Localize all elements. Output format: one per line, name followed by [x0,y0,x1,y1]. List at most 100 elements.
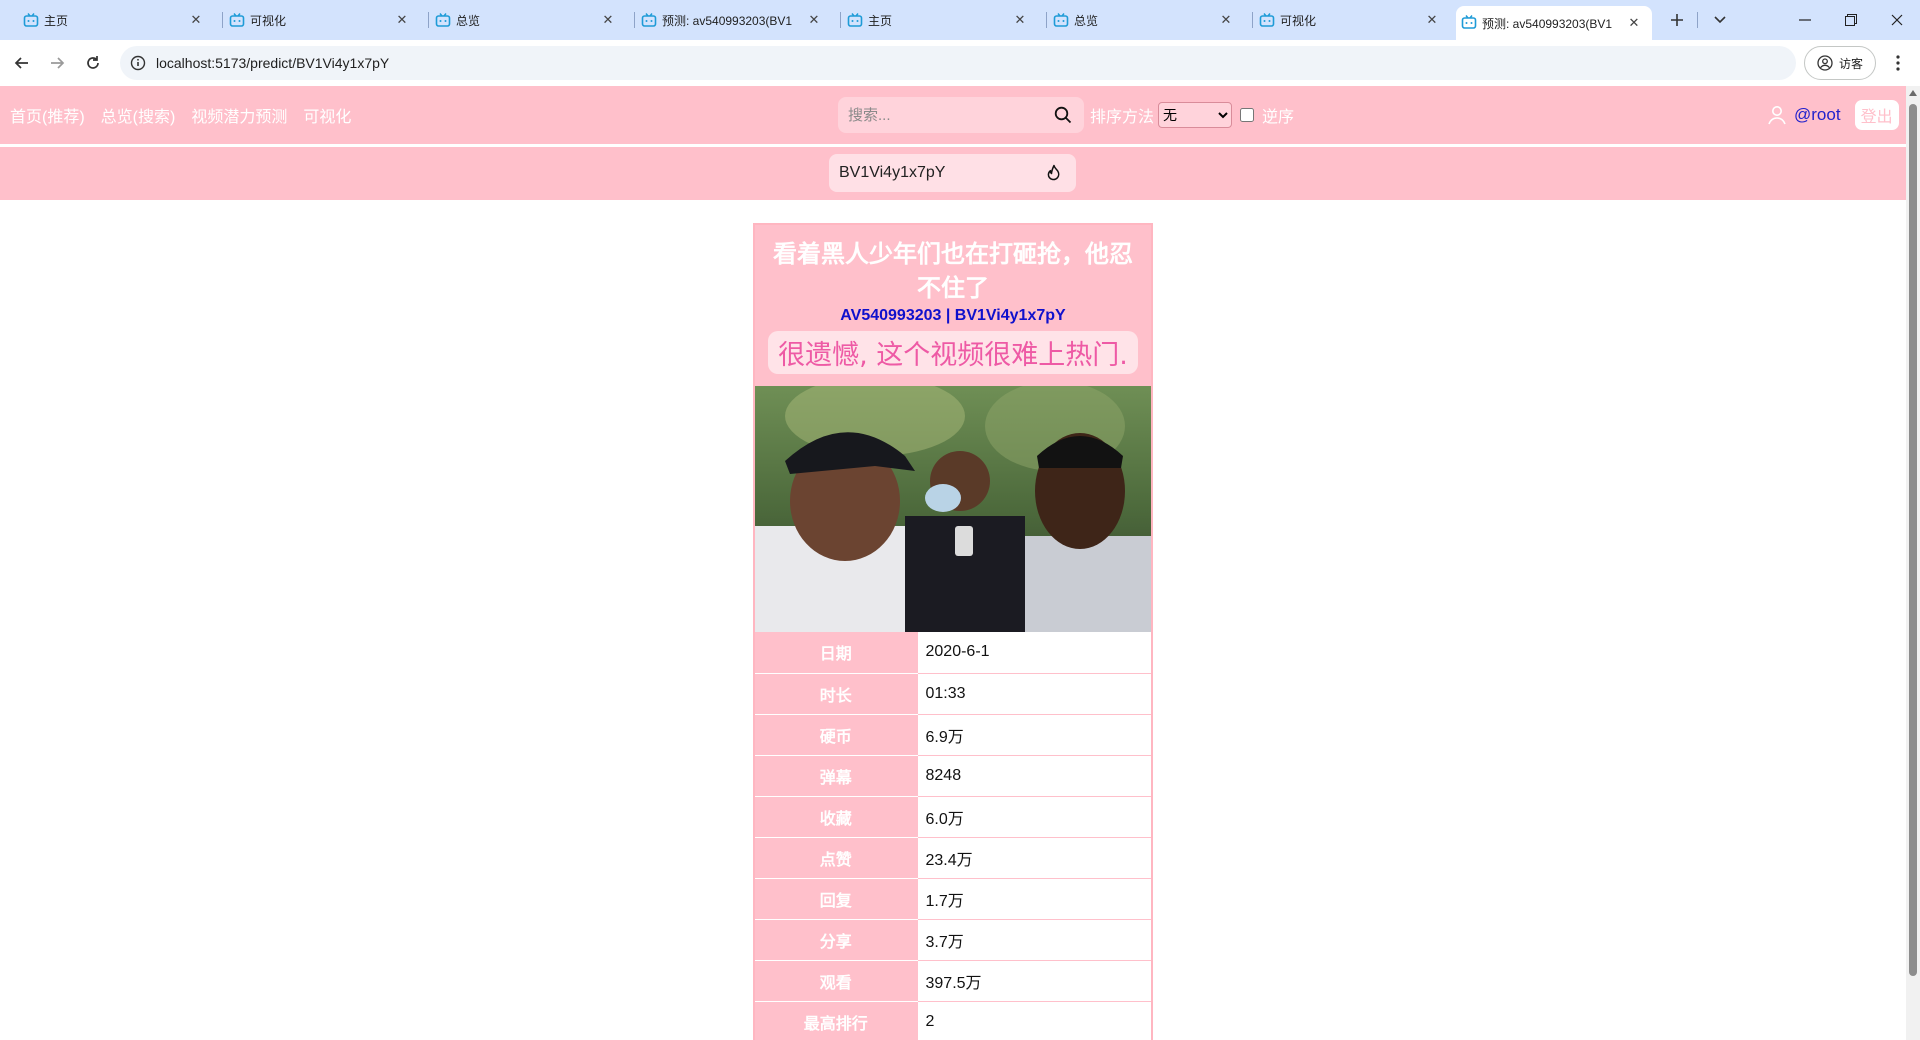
video-ids: AV540993203 | BV1Vi4y1x7pY [840,307,1066,324]
nav-link-home[interactable]: 首页(推荐) [10,103,85,127]
stat-label: 弹幕 [755,755,917,797]
browser-tab[interactable]: 总览 ✕ [1048,4,1244,36]
bilibili-tv-icon [641,13,657,27]
tab-title: 可视化 [1280,13,1317,28]
scroll-up-arrow-icon[interactable] [1909,90,1917,96]
nav-link-overview[interactable]: 总览(搜索) [101,103,176,127]
forward-arrow-icon[interactable] [43,49,71,77]
close-window-icon[interactable] [1874,0,1920,40]
tab-close-icon[interactable]: ✕ [1424,12,1440,28]
browser-tab[interactable]: 主页 ✕ [842,4,1038,36]
reverse-label: 逆序 [1262,109,1295,126]
profile-button[interactable]: 访客 [1804,46,1876,80]
back-arrow-icon[interactable] [8,49,36,77]
tab-title: 预测: av540993203(BV1 [662,13,793,28]
table-row: 硬币 6.9万 [755,714,1151,756]
video-stats-table: 日期 2020-6-1 时长 01:33 硬币 6.9万 弹幕 8248 收藏 6.0万 … [755,632,1151,1040]
bilibili-tv-icon [23,13,39,27]
bv-id-input[interactable] [839,164,1039,182]
bilibili-tv-icon [435,13,451,27]
tab-close-icon[interactable]: ✕ [394,12,410,28]
sort-select[interactable]: 无 [1158,102,1233,128]
minimize-icon[interactable] [1782,0,1828,40]
table-row: 观看 397.5万 [755,960,1151,1002]
prediction-verdict: 很遗憾, 这个视频很难上热门. [768,331,1138,374]
sort-controls: 排序方法 无 逆序 [1090,86,1294,144]
tab-close-icon[interactable]: ✕ [806,12,822,28]
stat-value: 6.9万 [916,714,1151,756]
table-row: 回复 1.7万 [755,878,1151,920]
table-row: 最高排行 2 [755,1001,1151,1040]
url-text: localhost:5173/predict/BV1Vi4y1x7pY [156,55,390,71]
bilibili-tv-icon [1461,15,1477,29]
bilibili-tv-icon [1259,13,1275,27]
stat-label: 分享 [755,919,917,961]
table-row: 收藏 6.0万 [755,796,1151,838]
predict-input-bar [0,147,1906,200]
tab-separator [1252,12,1253,28]
video-title: 看着黑人少年们也在打砸抢，他忍不住了 [773,240,1133,302]
bilibili-tv-icon [847,13,863,27]
reload-icon[interactable] [79,49,107,77]
search-icon[interactable] [1054,106,1072,124]
browser-tab[interactable]: 可视化 ✕ [224,4,420,36]
thumbnail-photo [755,386,1151,632]
stat-value: 8248 [916,755,1151,797]
logout-button[interactable]: 登出 [1854,100,1899,130]
browser-tab[interactable]: 主页 ✕ [18,4,214,36]
tab-search-chevron-down-icon[interactable] [1706,6,1734,34]
address-bar[interactable]: localhost:5173/predict/BV1Vi4y1x7pY [120,46,1796,80]
stat-value: 01:33 [916,673,1151,715]
table-row: 分享 3.7万 [755,919,1151,961]
stat-label: 硬币 [755,714,917,756]
user-controls: @root 登出 [1766,86,1899,144]
table-row: 日期 2020-6-1 [755,632,1151,674]
search-input[interactable] [848,106,1048,124]
stat-label: 观看 [755,960,917,1002]
tab-close-icon[interactable]: ✕ [1218,12,1234,28]
nav-link-visualize[interactable]: 可视化 [303,103,351,127]
tab-separator [222,12,223,28]
stat-value: 2020-6-1 [916,632,1151,674]
tab-title: 预测: av540993203(BV1 [1482,16,1613,31]
stat-label: 日期 [755,632,917,674]
card-header: 看着黑人少年们也在打砸抢，他忍不住了 AV540993203 | BV1Vi4y… [755,225,1151,386]
app-navbar: 首页(推荐) 总览(搜索) 视频潜力预测 可视化 排序方法 无 逆序 @root… [0,86,1906,144]
restore-window-icon[interactable] [1828,0,1874,40]
tab-close-icon[interactable]: ✕ [1012,12,1028,28]
scrollbar-thumb[interactable] [1909,104,1917,976]
stat-value: 1.7万 [916,878,1151,920]
tab-close-icon[interactable]: ✕ [1626,15,1642,31]
page-scrollbar[interactable] [1906,86,1920,1040]
stat-value: 6.0万 [916,796,1151,838]
tab-title: 主页 [44,13,69,28]
table-row: 点赞 23.4万 [755,837,1151,879]
stat-value: 23.4万 [916,837,1151,879]
reverse-checkbox[interactable] [1240,108,1255,122]
nav-links: 首页(推荐) 总览(搜索) 视频潜力预测 可视化 [10,86,351,144]
browser-tab[interactable]: 总览 ✕ [430,4,626,36]
stat-label: 最高排行 [755,1001,917,1040]
stat-value: 3.7万 [916,919,1151,961]
browser-tab[interactable]: 可视化 ✕ [1254,4,1450,36]
bilibili-tv-icon [229,13,245,27]
browser-tab-active[interactable]: 预测: av540993203(BV1 ✕ [1456,6,1652,40]
tab-separator [1697,12,1698,28]
nav-link-predict[interactable]: 视频潜力预测 [191,103,287,127]
flame-icon[interactable] [1046,164,1062,182]
username-link[interactable]: @root [1794,105,1841,125]
table-row: 时长 01:33 [755,673,1151,715]
tab-title: 可视化 [250,13,287,28]
stat-label: 点赞 [755,837,917,879]
new-tab-plus-icon[interactable] [1663,6,1691,34]
site-info-icon[interactable] [130,55,146,71]
tab-close-icon[interactable]: ✕ [600,12,616,28]
video-prediction-card: 看着黑人少年们也在打砸抢，他忍不住了 AV540993203 | BV1Vi4y… [753,223,1153,1040]
sort-label: 排序方法 [1090,109,1155,126]
tab-separator [634,12,635,28]
more-vertical-icon[interactable] [1886,51,1910,75]
tab-close-icon[interactable]: ✕ [188,12,204,28]
browser-tab[interactable]: 预测: av540993203(BV1 ✕ [636,4,832,36]
stat-value: 397.5万 [916,960,1151,1002]
tab-title: 总览 [456,13,481,28]
